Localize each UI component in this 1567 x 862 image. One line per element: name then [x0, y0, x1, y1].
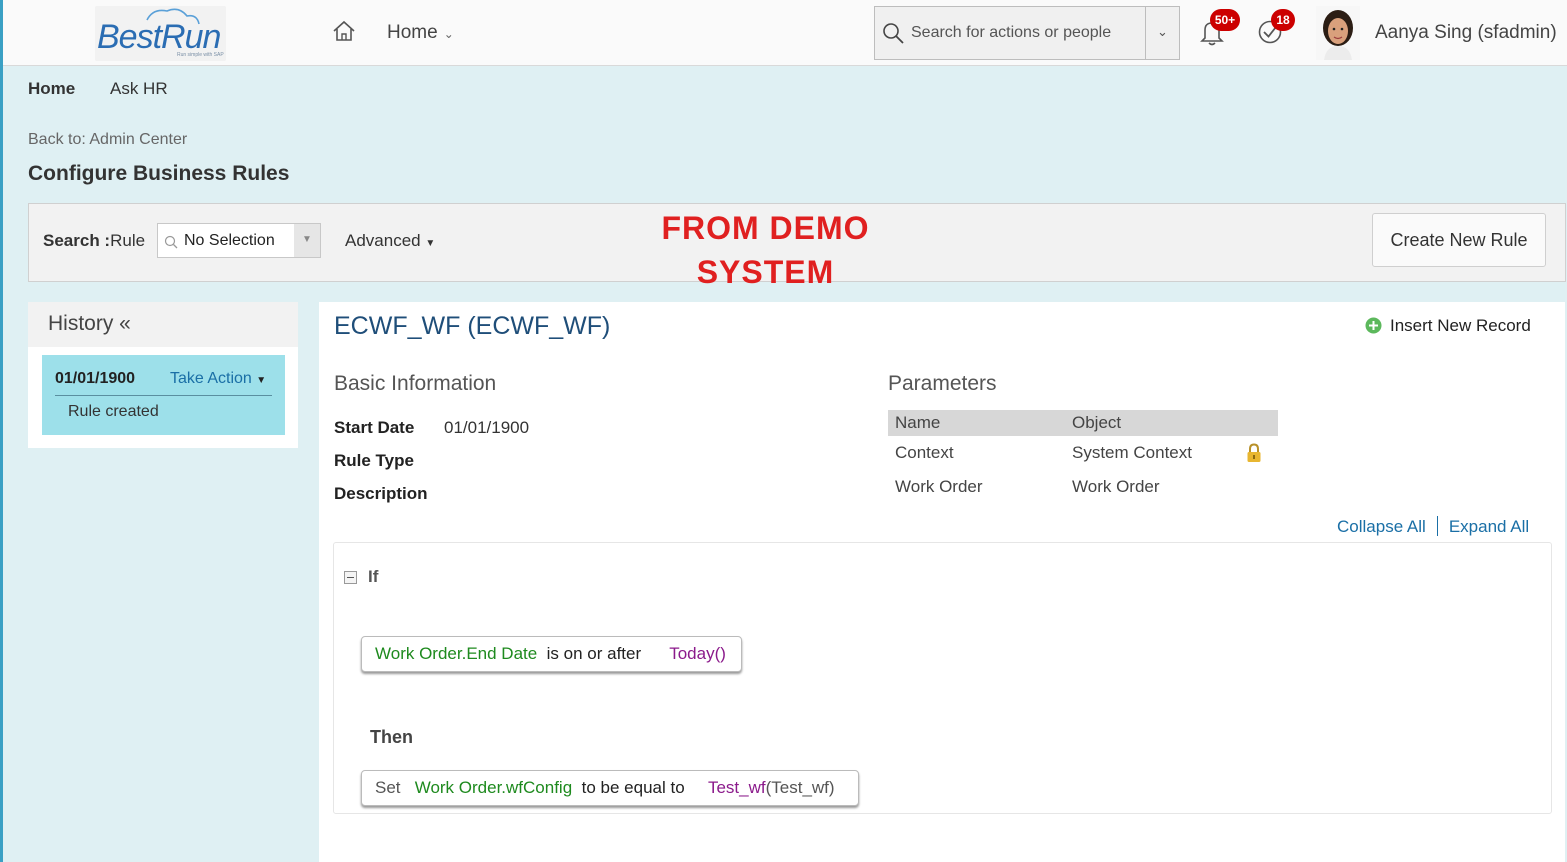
search-input[interactable]: Search for actions or people: [911, 24, 1111, 42]
logo-tagline: Run simple with SAP: [177, 52, 224, 58]
global-search[interactable]: Search for actions or people ⌄: [874, 6, 1180, 60]
collapse-icon[interactable]: [344, 571, 357, 584]
user-name: Aanya Sing (sfadmin): [1375, 22, 1557, 43]
page-title: Configure Business Rules: [28, 162, 290, 185]
column-header-object: Object: [1072, 413, 1122, 432]
home-icon[interactable]: [332, 20, 356, 42]
search-label: Search :Rule: [43, 231, 146, 250]
search-icon: [164, 235, 178, 249]
divider: [1436, 516, 1438, 536]
advanced-search-toggle[interactable]: Advanced ▼: [345, 231, 435, 251]
take-action-menu[interactable]: Take Action ▼: [170, 370, 266, 388]
subnav-item-ask-hr[interactable]: Ask HR: [110, 79, 168, 99]
rule-detail-panel: ECWF_WF (ECWF_WF) Insert New Record Basi…: [319, 302, 1565, 862]
rule-select-value: No Selection: [184, 232, 275, 249]
caret-down-icon: ▼: [256, 375, 267, 386]
avatar[interactable]: [1316, 6, 1360, 60]
parameters-heading: Parameters: [888, 372, 997, 395]
expand-collapse-links: Collapse All Expand All: [1337, 516, 1529, 537]
history-entry-note: Rule created: [68, 403, 159, 420]
param-object-cell: System Context: [1072, 443, 1192, 462]
search-scope-dropdown[interactable]: ⌄: [1145, 7, 1179, 59]
condition-field[interactable]: Work Order.End Date: [375, 644, 537, 663]
description-label: Description: [334, 484, 428, 503]
watermark-line-2: SYSTEM: [696, 254, 835, 290]
history-entry-date: 01/01/1900: [55, 370, 136, 387]
collapse-all-link[interactable]: Collapse All: [1337, 517, 1426, 536]
action-value-suffix: (Test_wf): [765, 778, 835, 797]
chevron-down-icon: ⌄: [1157, 24, 1168, 39]
rule-select[interactable]: No Selection ▼: [157, 223, 321, 258]
then-action-expression[interactable]: Set Work Order.wfConfig to be equal to T…: [361, 770, 859, 806]
start-date-value: 01/01/1900: [444, 418, 530, 437]
action-verb[interactable]: Set: [375, 778, 401, 797]
if-condition-expression[interactable]: Work Order.End Date is on or after Today…: [361, 636, 742, 672]
rule-select-dropdown[interactable]: ▼: [294, 224, 320, 257]
add-circle-icon: [1365, 317, 1382, 334]
caret-down-icon: ▼: [302, 234, 312, 245]
create-new-rule-button[interactable]: Create New Rule: [1372, 213, 1546, 267]
action-field[interactable]: Work Order.wfConfig: [415, 778, 572, 797]
search-icon: [883, 23, 904, 44]
back-to-admin-center-link[interactable]: Back to: Admin Center: [28, 131, 187, 149]
expand-all-link[interactable]: Expand All: [1449, 517, 1529, 536]
home-menu-label: Home: [387, 22, 438, 43]
user-menu[interactable]: Aanya Sing (sfadmin)⌄: [1375, 22, 1567, 44]
bestrun-logo[interactable]: BestRun Run simple with SAP: [95, 6, 226, 61]
condition-value[interactable]: Today(): [669, 644, 726, 663]
caret-down-icon: ▼: [425, 238, 436, 249]
demo-watermark: FROM DEMO SYSTEM: [643, 206, 888, 294]
action-value[interactable]: Test_wf: [708, 778, 766, 797]
condition-operator[interactable]: is on or after: [547, 644, 642, 663]
divider: [55, 395, 272, 396]
chevron-down-icon: ⌄: [443, 27, 454, 41]
history-header[interactable]: History «: [28, 302, 298, 347]
rule-title: ECWF_WF (ECWF_WF): [334, 312, 611, 340]
action-operator[interactable]: to be equal to: [582, 778, 685, 797]
column-header-name: Name: [895, 413, 941, 432]
insert-new-record-button[interactable]: Insert New Record: [1365, 316, 1531, 336]
parameters-table-header: Name Object: [888, 410, 1278, 436]
param-name-cell: Work Order: [895, 477, 983, 496]
sub-navigation: Home Ask HR: [3, 66, 1567, 110]
history-entry[interactable]: 01/01/1900 Take Action ▼ Rule created: [42, 355, 285, 435]
todo-badge: 18: [1271, 9, 1295, 31]
lock-icon: [1247, 443, 1261, 462]
then-label: Then: [370, 727, 413, 747]
shell-bar: BestRun Run simple with SAP Home ⌄ Search…: [3, 0, 1567, 66]
rule-logic-panel: If Work Order.End Date is on or after To…: [333, 542, 1552, 814]
history-panel: History « 01/01/1900 Take Action ▼ Rule …: [28, 302, 298, 448]
rule-type-label: Rule Type: [334, 451, 414, 470]
subnav-item-home[interactable]: Home: [28, 79, 75, 99]
start-date-label: Start Date: [334, 418, 415, 437]
home-menu[interactable]: Home ⌄: [387, 22, 454, 44]
param-object-cell: Work Order: [1072, 477, 1160, 496]
notifications-badge: 50+: [1210, 9, 1240, 31]
if-label: If: [368, 567, 379, 586]
param-name-cell: Context: [895, 443, 954, 462]
basic-information-heading: Basic Information: [334, 372, 497, 395]
watermark-line-1: FROM DEMO: [661, 210, 870, 246]
